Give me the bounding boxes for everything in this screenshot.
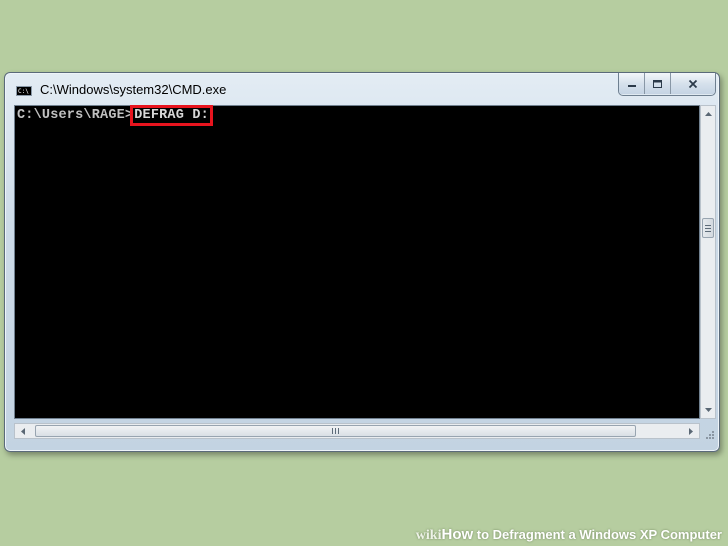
watermark-how: How [441, 526, 474, 543]
horizontal-scrollbar[interactable] [14, 423, 700, 439]
scroll-down-button[interactable] [701, 402, 715, 418]
scroll-right-button[interactable] [683, 424, 699, 438]
scroll-up-button[interactable] [701, 106, 715, 122]
grip-icon [332, 428, 339, 434]
cmd-window: C:\ C:\Windows\system32\CMD.exe C:\Users… [4, 72, 720, 452]
window-title: C:\Windows\system32\CMD.exe [40, 82, 227, 97]
maximize-button[interactable] [645, 73, 671, 94]
command-prompt: C:\Users\RAGE> [17, 108, 134, 123]
caption-buttons [618, 73, 716, 96]
close-icon [688, 79, 698, 88]
close-button[interactable] [671, 73, 715, 94]
resize-grip-icon [706, 431, 714, 439]
wikihow-watermark: wikiHow to Defragment a Windows XP Compu… [416, 526, 722, 544]
horizontal-scroll-thumb[interactable] [35, 425, 636, 437]
minimize-icon [627, 84, 636, 87]
vertical-scrollbar[interactable] [700, 105, 716, 419]
scroll-down-icon [704, 408, 712, 412]
cmd-app-icon[interactable]: C:\ [16, 86, 32, 96]
title-bar[interactable]: C:\ C:\Windows\system32\CMD.exe [5, 73, 719, 107]
scroll-up-icon [704, 112, 712, 116]
console-output[interactable]: C:\Users\RAGE>DEFRAG D: [14, 105, 700, 419]
console-line: C:\Users\RAGE>DEFRAG D: [17, 105, 213, 126]
resize-grip[interactable] [703, 425, 715, 439]
scroll-left-icon [21, 427, 25, 435]
scroll-right-icon [689, 427, 693, 435]
grip-icon [705, 224, 711, 232]
maximize-icon [653, 79, 662, 88]
scroll-left-button[interactable] [15, 424, 31, 438]
watermark-wiki: wiki [415, 528, 442, 543]
minimize-button[interactable] [619, 73, 645, 94]
highlighted-command: DEFRAG D: [130, 105, 213, 126]
vertical-scroll-thumb[interactable] [702, 218, 714, 238]
watermark-text: to Defragment a Windows XP Computer [473, 527, 722, 542]
